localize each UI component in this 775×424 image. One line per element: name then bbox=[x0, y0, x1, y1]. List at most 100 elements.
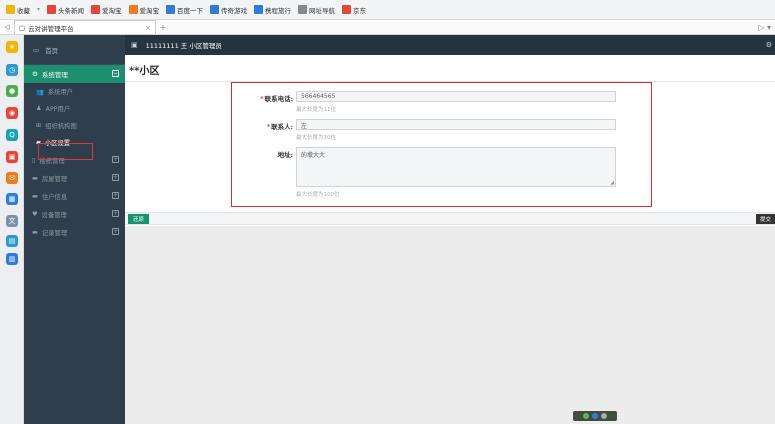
building-icon: ▯ bbox=[32, 156, 36, 164]
collapse-icon[interactable]: − bbox=[112, 70, 119, 77]
id-card-icon: ▬ bbox=[32, 192, 38, 200]
house-icon: ▬ bbox=[32, 174, 38, 182]
action-bar: 还原 提交 bbox=[125, 212, 775, 225]
contact-field[interactable]: 左 bbox=[296, 119, 616, 130]
sidebar-item-app-users[interactable]: ♟ APP用户 bbox=[24, 100, 125, 117]
baidu-icon bbox=[166, 5, 176, 14]
gears-icon: ⚙ bbox=[32, 70, 38, 78]
active-item-highlight bbox=[38, 143, 93, 160]
game-icon[interactable]: ▣ bbox=[6, 151, 18, 163]
bookmark-label: 百度一下 bbox=[177, 6, 204, 15]
address-field[interactable]: 的撒大大 ◢ bbox=[296, 147, 616, 187]
phone-label: *联系电话: bbox=[260, 93, 293, 103]
bookmarks-bar: 收藏 ▾ 头条新闻 爱淘宝 爱淘宝 百度一下 传奇游戏 携程旅行 网址导航 京东 bbox=[0, 0, 775, 20]
bookmark-item[interactable]: 头条新闻 bbox=[47, 5, 84, 15]
bookmark-item[interactable]: 收藏 bbox=[6, 5, 30, 15]
game-icon bbox=[210, 5, 220, 14]
sidebar-item-label: 组织机构图 bbox=[45, 123, 77, 130]
expand-icon[interactable]: + bbox=[112, 174, 119, 181]
page-title: **小区 bbox=[129, 66, 160, 77]
sidebar-item-system-users[interactable]: 👥 系统用户 bbox=[24, 83, 125, 100]
expand-icon[interactable]: + bbox=[112, 210, 119, 217]
sidebar-item-org-chart[interactable]: ⊞ 组织机构图 bbox=[24, 117, 125, 134]
mail-icon[interactable]: ✉ bbox=[6, 172, 18, 184]
bookmark-label: 爱淘宝 bbox=[139, 6, 160, 15]
calc-icon[interactable]: ▦ bbox=[6, 193, 18, 205]
top-header: ▣ 11111111 王 小区管理员 ⚙ bbox=[125, 35, 775, 55]
reset-button[interactable]: 还原 bbox=[128, 214, 150, 224]
submit-button[interactable]: 提交 bbox=[755, 214, 775, 224]
browser-side-strip: ★ ◷ ● ◉ Q ▣ ✉ ▦ 文 ▤ ▥ bbox=[0, 35, 24, 424]
expand-icon[interactable]: + bbox=[112, 156, 119, 163]
taobao-icon bbox=[91, 5, 101, 14]
window-controls[interactable]: ▷ ▾ bbox=[758, 20, 775, 34]
monitor-icon[interactable]: ▣ bbox=[131, 41, 138, 49]
sidebar-item-label: 记录管理 bbox=[41, 229, 68, 237]
expand-icon[interactable]: + bbox=[112, 192, 119, 199]
note-icon[interactable]: ▤ bbox=[6, 235, 18, 247]
sidebar-item-residents[interactable]: ▬ 住户信息 + bbox=[24, 187, 125, 205]
dropdown-icon[interactable]: ▾ bbox=[37, 6, 40, 13]
sidebar-item-label: 系统用户 bbox=[47, 89, 74, 96]
close-icon[interactable]: × bbox=[145, 24, 151, 32]
browser-tab[interactable]: ▢ 云对讲管理平台 × bbox=[14, 20, 156, 34]
phone-field[interactable]: 566464565 bbox=[296, 91, 616, 102]
sidebar-item-label: 设备管理 bbox=[41, 211, 67, 219]
tab-label: 云对讲管理平台 bbox=[28, 24, 74, 33]
bookmark-label: 头条新闻 bbox=[58, 6, 85, 15]
bookmark-item[interactable]: 传奇游戏 bbox=[210, 5, 247, 15]
phone-hint: 最大长度为11位 bbox=[296, 107, 336, 113]
help-icon[interactable] bbox=[592, 413, 598, 419]
ctrip-icon bbox=[254, 5, 264, 14]
contact-hint: 最大长度为10位 bbox=[296, 135, 336, 141]
page-icon: ▢ bbox=[19, 23, 26, 32]
history-icon[interactable]: ◷ bbox=[6, 64, 18, 76]
gear-icon[interactable]: ⚙ bbox=[766, 41, 772, 49]
taobao-icon bbox=[128, 5, 138, 14]
required-mark: * bbox=[260, 95, 264, 103]
expand-icon[interactable]: + bbox=[112, 228, 119, 235]
contact-label-text: 联系人: bbox=[271, 123, 293, 131]
device-icon: ♥ bbox=[32, 210, 38, 218]
sidebar-item-records[interactable]: ▬ 记录管理 + bbox=[24, 223, 125, 241]
bookmark-item[interactable]: 爱淘宝 bbox=[128, 5, 160, 15]
bookmark-label: 携程旅行 bbox=[265, 6, 292, 15]
main-content: **小区 *联系电话: 566464565 最大长度为11位 * 联系人: 左 最… bbox=[125, 55, 775, 424]
news-icon bbox=[47, 5, 57, 14]
search-icon[interactable]: Q bbox=[6, 129, 18, 141]
save-icon[interactable]: ▥ bbox=[6, 253, 18, 265]
bookmark-label: 网址导航 bbox=[309, 6, 336, 15]
sidebar: ▭ 首页 ⚙ 系统管理 − 👥 系统用户 ♟ APP用户 ⊞ 组织机构图 ▰ 小… bbox=[24, 35, 125, 424]
sidebar-item-houses[interactable]: ▬ 房屋管理 + bbox=[24, 169, 125, 187]
new-tab-button[interactable]: + bbox=[156, 20, 170, 34]
sidebar-item-label: 房屋管理 bbox=[41, 175, 68, 183]
translate-icon[interactable]: 文 bbox=[6, 215, 18, 227]
bookmark-item[interactable]: 网址导航 bbox=[298, 5, 335, 15]
bookmark-item[interactable]: 爱淘宝 bbox=[91, 5, 122, 15]
chat-icon[interactable]: ● bbox=[6, 85, 18, 97]
jd-icon bbox=[342, 5, 352, 14]
menu-icon[interactable] bbox=[601, 413, 607, 419]
bookmark-item[interactable]: 百度一下 bbox=[166, 5, 203, 15]
favorites-icon[interactable]: ★ bbox=[6, 41, 18, 53]
sidebar-section-label: 系统管理 bbox=[41, 71, 68, 79]
community-form: *联系电话: 566464565 最大长度为11位 * 联系人: 左 最大长度为1… bbox=[231, 82, 652, 207]
sidebar-item-label: APP用户 bbox=[45, 106, 71, 113]
sidebar-item-devices[interactable]: ♥ 设备管理 + bbox=[24, 205, 125, 223]
floating-toolbar[interactable] bbox=[573, 411, 617, 421]
bookmark-label: 京东 bbox=[353, 6, 367, 15]
bookmark-item[interactable]: 京东 bbox=[342, 5, 366, 15]
sidebar-item-home[interactable]: ▭ 首页 bbox=[24, 35, 125, 65]
empty-area bbox=[125, 226, 775, 424]
resize-handle-icon[interactable]: ◢ bbox=[610, 180, 614, 186]
phone-label-text: 联系电话: bbox=[264, 95, 293, 103]
current-user: 11111111 王 小区管理员 bbox=[145, 42, 222, 50]
weibo-icon[interactable]: ◉ bbox=[6, 107, 18, 119]
bookmark-item[interactable]: 携程旅行 bbox=[254, 5, 291, 15]
address-label: 地址: bbox=[277, 151, 293, 159]
monitor-icon: ▭ bbox=[33, 45, 40, 54]
sidebar-section-system[interactable]: ⚙ 系统管理 − bbox=[24, 65, 125, 83]
address-hint: 最大长度为100位 bbox=[296, 192, 340, 198]
page-icon bbox=[298, 5, 308, 14]
back-icon[interactable]: ◁ bbox=[0, 20, 14, 34]
